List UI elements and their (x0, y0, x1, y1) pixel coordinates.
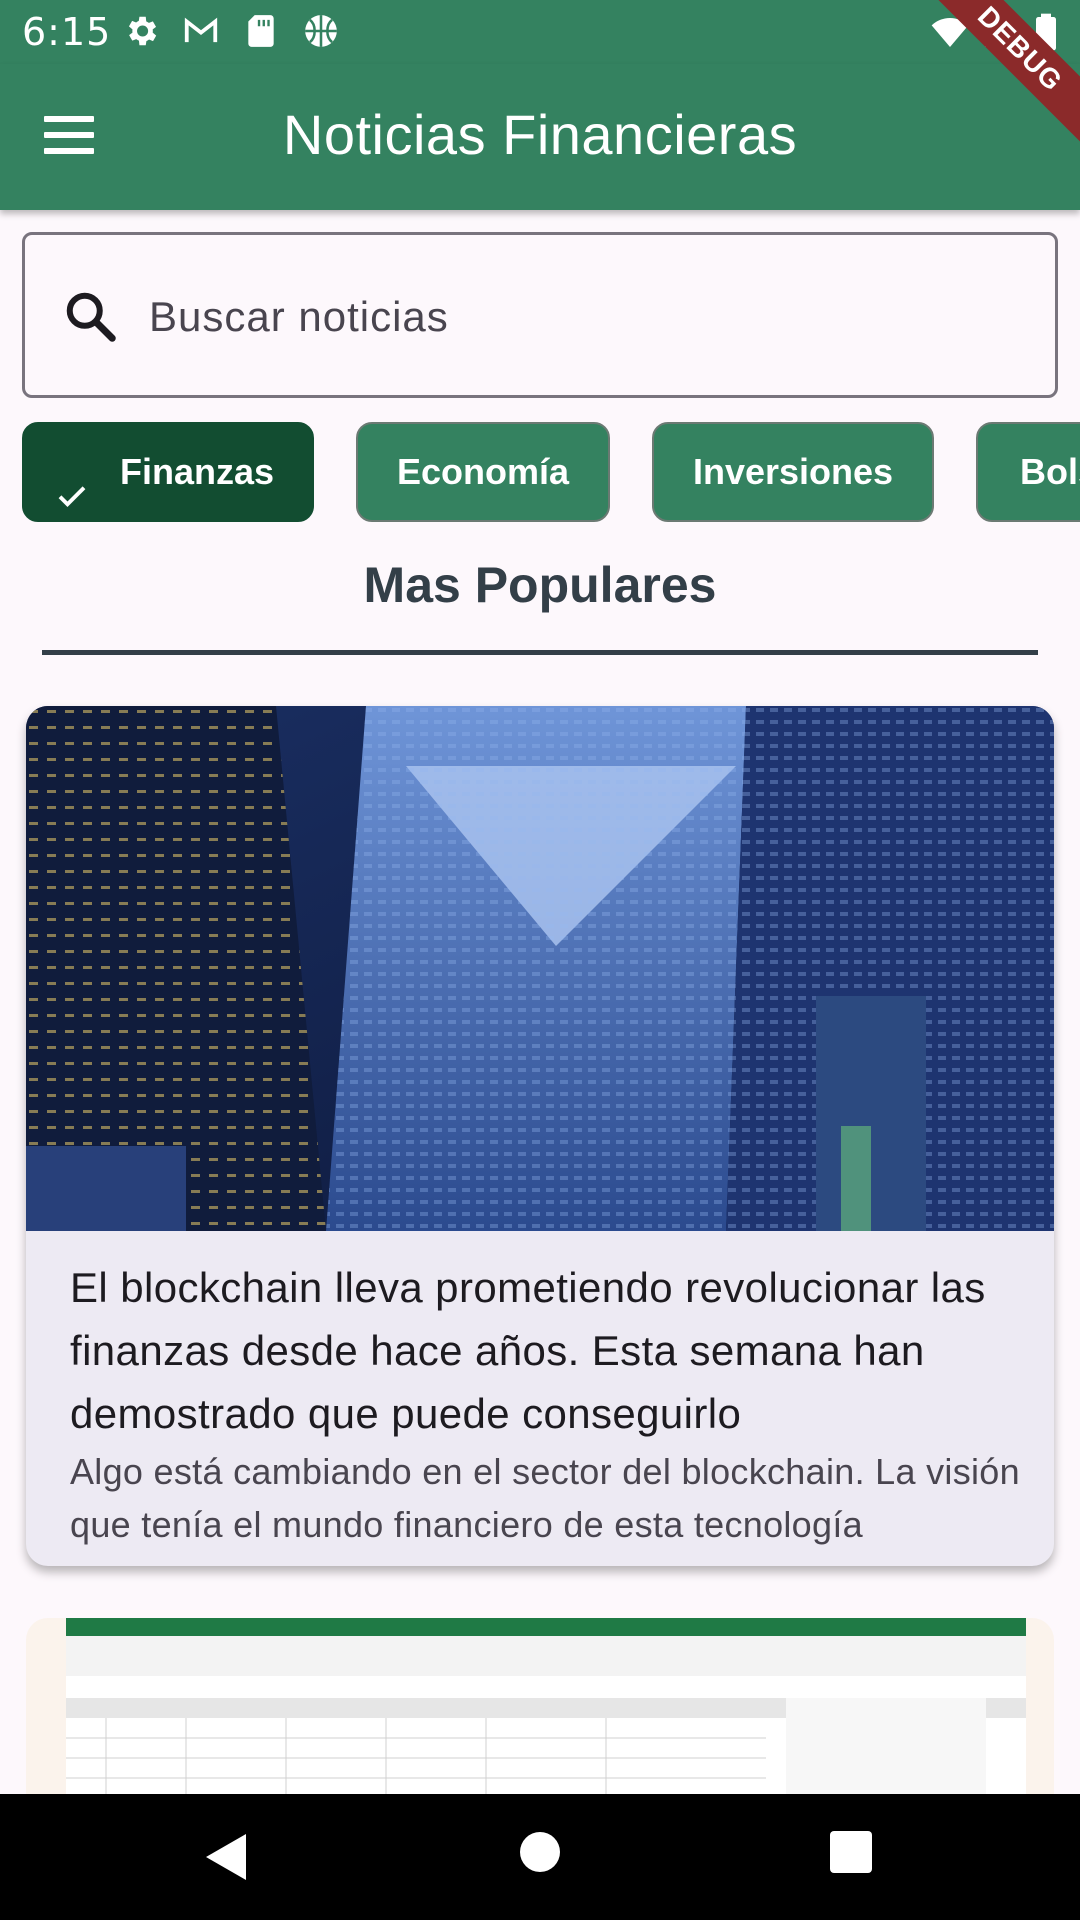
search-icon (61, 287, 121, 347)
system-nav-bar (0, 1794, 1080, 1920)
sd-card-icon (242, 12, 280, 50)
article-title: El blockchain lleva prometiendo revoluci… (70, 1264, 986, 1437)
article-summary: Algo está cambiando en el sector del blo… (70, 1451, 1020, 1545)
chip-inversiones[interactable]: Inversiones (652, 422, 934, 522)
section-divider (42, 650, 1038, 655)
category-chips: Finanzas Economía Inversiones Bolsa (22, 422, 1080, 522)
chip-finanzas[interactable]: Finanzas (22, 422, 314, 522)
article-image (26, 706, 1054, 1231)
app-bar: Noticias Financieras (0, 64, 1080, 210)
news-card[interactable]: El blockchain lleva prometiendo revoluci… (26, 706, 1054, 1566)
home-icon[interactable] (520, 1832, 560, 1872)
search-box[interactable] (22, 232, 1058, 398)
chip-label: Bolsa (1020, 451, 1080, 492)
chip-bolsa[interactable]: Bolsa (976, 422, 1080, 522)
status-bar: 6:15 (0, 0, 1080, 64)
check-icon (54, 454, 90, 508)
back-icon[interactable] (206, 1834, 248, 1885)
recents-icon[interactable] (830, 1831, 872, 1873)
search-input[interactable] (149, 287, 1029, 347)
chip-label: Inversiones (692, 451, 894, 492)
settings-icon (122, 12, 160, 50)
gmail-icon (182, 12, 220, 50)
status-icons-left (122, 12, 340, 50)
section-title: Mas Populares (363, 557, 717, 613)
app-title: Noticias Financieras (282, 103, 798, 166)
chip-label: Finanzas (120, 451, 275, 492)
status-time: 6:15 (22, 10, 112, 54)
article-image (66, 1618, 1026, 1818)
chip-label: Economía (396, 451, 570, 492)
chip-economia[interactable]: Economía (356, 422, 610, 522)
basketball-icon (302, 12, 340, 50)
